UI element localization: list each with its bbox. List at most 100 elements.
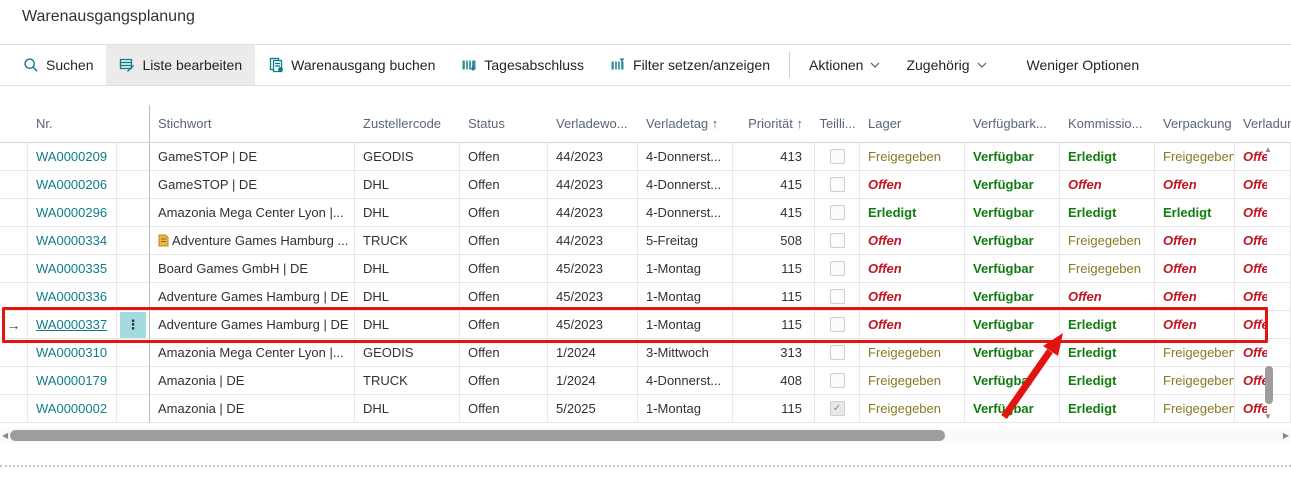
cell-verfuegbarkeit: Verfügbar [965, 311, 1060, 339]
cell-lager: Offen [860, 227, 965, 255]
column-header-stichwort[interactable]: Stichwort [150, 105, 355, 142]
cell-menu [117, 227, 150, 255]
column-header-verfuegbarkeit[interactable]: Verfügbark... [965, 105, 1060, 142]
zugehoerig-menu[interactable]: Zugehörig [893, 45, 999, 85]
column-header-prioritaet[interactable]: Priorität ↑ [733, 105, 815, 142]
cell-gutter [0, 339, 28, 367]
cell-teillieferung [815, 339, 860, 367]
table-row[interactable]: WA0000296Amazonia Mega Center Lyon |...D… [0, 199, 1291, 227]
post-shipment-button[interactable]: Warenausgang buchen [255, 45, 448, 85]
vertical-scrollbar[interactable]: ▲ ▼ [1262, 145, 1276, 421]
teillieferung-checkbox[interactable] [830, 289, 845, 304]
table-row[interactable]: WA0000310 Amazonia Mega Center Lyon |... G… [0, 339, 1291, 367]
teillieferung-checkbox[interactable] [830, 233, 845, 248]
record-link[interactable]: WA0000002 [36, 401, 107, 416]
cell-gutter [0, 143, 28, 171]
record-link[interactable]: WA0000179 [36, 373, 107, 388]
edit-list-button[interactable]: Liste bearbeiten [106, 45, 255, 85]
day-close-button[interactable]: Tagesabschluss [448, 45, 597, 85]
set-filter-button[interactable]: Filter setzen/anzeigen [597, 45, 783, 85]
cell-status: Offen [460, 367, 548, 395]
column-header-verladung[interactable]: Verladung [1235, 105, 1291, 142]
cell-lager: Freigegeben [860, 339, 965, 367]
row-context-menu-button[interactable]: ⋮ [120, 312, 146, 338]
column-header-status[interactable]: Status [460, 105, 548, 142]
vertical-scrollbar-thumb[interactable] [1265, 366, 1273, 404]
teillieferung-checkbox[interactable]: ✓ [830, 401, 845, 416]
cell-kommissionierung: Erledigt [1060, 143, 1155, 171]
zustellercode-value: DHL [363, 261, 389, 276]
table-row[interactable]: WA0000206GameSTOP | DEDHLOffen44/20234-D… [0, 171, 1291, 199]
scroll-left-icon[interactable]: ◀ [2, 431, 8, 440]
teillieferung-checkbox[interactable] [830, 149, 845, 164]
scroll-up-icon[interactable]: ▲ [1264, 145, 1272, 154]
lager-status: Offen [868, 233, 902, 248]
aktionen-menu[interactable]: Aktionen [796, 45, 893, 85]
column-header-verladetag[interactable]: Verladetag ↑ [638, 105, 733, 142]
table-row[interactable]: WA0000209GameSTOP | DEGEODISOffen44/2023… [0, 143, 1291, 171]
table-row[interactable]: WA0000335Board Games GmbH | DEDHLOffen45… [0, 255, 1291, 283]
column-header-zustellercode[interactable]: Zustellercode [355, 105, 460, 142]
scroll-right-icon[interactable]: ▶ [1283, 431, 1289, 440]
column-header-verladewoche[interactable]: Verladewo... [548, 105, 638, 142]
table-row[interactable]: WA0000334Adventure Games Hamburg ...TRUC… [0, 227, 1291, 255]
table-row[interactable]: →WA0000337⋮Adventure Games Hamburg | DED… [0, 311, 1291, 339]
column-header-verpackung[interactable]: Verpackung [1155, 105, 1235, 142]
cell-status: Offen [460, 143, 548, 171]
teillieferung-checkbox[interactable] [830, 205, 845, 220]
column-header-lager[interactable]: Lager [860, 105, 965, 142]
teillieferung-checkbox[interactable] [830, 373, 845, 388]
cell-nr: WA0000336 [28, 283, 117, 311]
zustellercode-value: DHL [363, 177, 389, 192]
cell-stichwort: Amazonia Mega Center Lyon |... [150, 339, 355, 367]
zustellercode-value: GEODIS [363, 345, 414, 360]
cell-prioritaet: 415 [733, 199, 815, 227]
horizontal-scrollbar[interactable]: ◀ ▶ [0, 428, 1291, 443]
record-link[interactable]: WA0000334 [36, 233, 107, 248]
lager-status: Freigegeben [868, 373, 941, 388]
search-button[interactable]: Suchen [10, 45, 106, 85]
teillieferung-checkbox[interactable] [830, 177, 845, 192]
selected-row-indicator: → [7, 317, 21, 333]
post-shipment-icon [268, 57, 284, 73]
record-link[interactable]: WA0000310 [36, 345, 107, 360]
cell-zustellercode: DHL [355, 311, 460, 339]
cell-status: Offen [460, 199, 548, 227]
cell-teillieferung [815, 199, 860, 227]
record-link[interactable]: WA0000336 [36, 289, 107, 304]
weniger-optionen-button[interactable]: Weniger Optionen [1014, 45, 1153, 85]
table-row[interactable]: WA0000336Adventure Games Hamburg | DEDHL… [0, 283, 1291, 311]
lager-status: Offen [868, 289, 902, 304]
kommissionierung-status: Erledigt [1068, 317, 1116, 332]
cell-lager: Freigegeben [860, 143, 965, 171]
verfuegbarkeit-status: Verfügbar [973, 289, 1034, 304]
cell-verfuegbarkeit: Verfügbar [965, 199, 1060, 227]
kommissionierung-status: Freigegeben [1068, 261, 1141, 276]
table-row[interactable]: WA0000002Amazonia | DEDHLOffen5/20251-Mo… [0, 395, 1291, 423]
cell-kommissionierung: Erledigt [1060, 339, 1155, 367]
status-value: Offen [468, 177, 500, 192]
column-header-nr[interactable]: Nr. [28, 105, 117, 142]
column-header-kommissionierung[interactable]: Kommissio... [1060, 105, 1155, 142]
horizontal-scrollbar-thumb[interactable] [10, 430, 945, 441]
column-header-teillieferung[interactable]: Teilli... [815, 105, 860, 142]
stichwort-value: GameSTOP | DE [158, 149, 257, 164]
cell-menu [117, 143, 150, 171]
teillieferung-checkbox[interactable] [830, 261, 845, 276]
teillieferung-checkbox[interactable] [830, 317, 845, 332]
verladewoche-value: 1/2024 [556, 373, 596, 388]
record-link[interactable]: WA0000335 [36, 261, 107, 276]
scroll-down-icon[interactable]: ▼ [1264, 412, 1272, 421]
teillieferung-checkbox[interactable] [830, 345, 845, 360]
cell-kommissionierung: Offen [1060, 283, 1155, 311]
cell-verladetag: 1-Montag [638, 311, 733, 339]
record-link[interactable]: WA0000337 [36, 317, 107, 332]
record-link[interactable]: WA0000296 [36, 205, 107, 220]
prioritaet-value: 415 [780, 205, 802, 220]
table-row[interactable]: WA0000179Amazonia | DETRUCKOffen1/20244-… [0, 367, 1291, 395]
stichwort-value: GameSTOP | DE [158, 177, 257, 192]
record-link[interactable]: WA0000206 [36, 177, 107, 192]
cell-gutter [0, 255, 28, 283]
record-link[interactable]: WA0000209 [36, 149, 107, 164]
cell-zustellercode: GEODIS [355, 143, 460, 171]
